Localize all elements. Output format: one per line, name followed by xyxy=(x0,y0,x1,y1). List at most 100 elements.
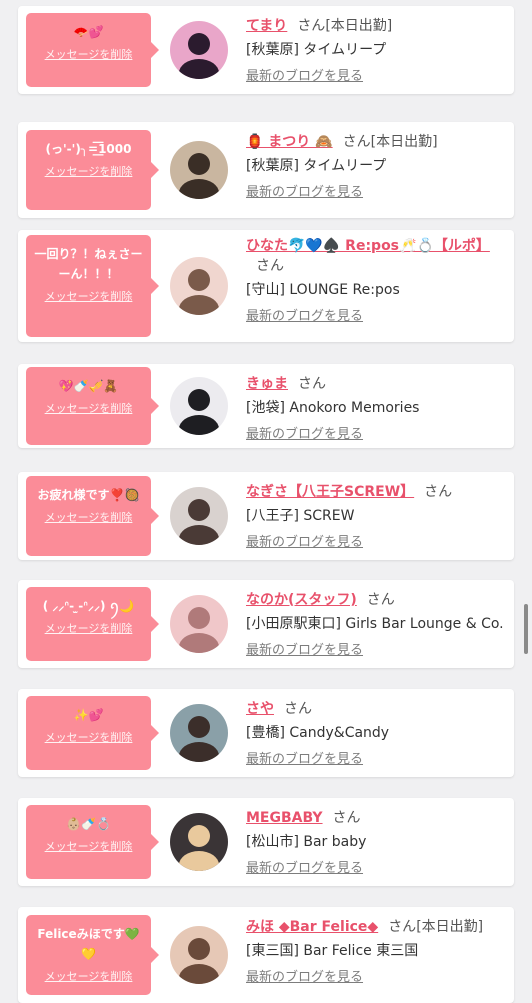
cast-name-link[interactable]: きゅま xyxy=(246,376,288,392)
cast-name-link[interactable]: なぎさ【八王子SCREW】 xyxy=(246,484,414,500)
cast-info: なのか(スタッフ) さん [小田原駅東口] Girls Bar Lounge & C… xyxy=(246,590,506,659)
latest-blog-link[interactable]: 最新のブログを見る xyxy=(246,69,363,85)
message-card: お疲れ様です❣️🥘 メッセージを削除 なぎさ【八王子SCREW】 さん [八王子] SC… xyxy=(18,472,514,560)
cast-name-link[interactable]: なのか(スタッフ) xyxy=(246,592,357,608)
avatar[interactable] xyxy=(170,21,228,79)
cast-info: さや さん [豊橋] Candy&Candy 最新のブログを見る xyxy=(246,699,506,768)
avatar[interactable] xyxy=(170,141,228,199)
name-line: MEGBABY さん xyxy=(246,808,506,828)
delete-message-link[interactable]: メッセージを削除 xyxy=(30,402,147,416)
latest-blog-link[interactable]: 最新のブログを見る xyxy=(246,309,363,325)
shop-name: [池袋] Anokoro Memories xyxy=(246,400,420,416)
honorific: さん xyxy=(297,18,326,34)
message-text: 👶🏼🍼💍 xyxy=(66,817,111,831)
message-bubble: 一回り？！ねぇさーーん！！！ メッセージを削除 xyxy=(26,235,159,337)
cast-info: てまり さん[本日出勤] [秋葉原] タイムリープ 最新のブログを見る xyxy=(246,16,506,85)
delete-message-link[interactable]: メッセージを削除 xyxy=(30,731,147,745)
message-text: ( ⸝⸝ᐢ- ̫-ᐢ⸝⸝) ꪆ🌙 xyxy=(42,599,135,613)
cast-info: なぎさ【八王子SCREW】 さん [八王子] SCREW 最新のブログを見る xyxy=(246,482,506,551)
avatar[interactable] xyxy=(170,487,228,545)
latest-blog-link[interactable]: 最新のブログを見る xyxy=(246,535,363,551)
name-line: なぎさ【八王子SCREW】 さん xyxy=(246,482,506,502)
honorific: さん xyxy=(342,134,371,150)
message-bubble: Feliceみほです💚💛 メッセージを削除 xyxy=(26,915,159,995)
message-bubble: お疲れ様です❣️🥘 メッセージを削除 xyxy=(26,476,159,556)
latest-blog-link[interactable]: 最新のブログを見る xyxy=(246,970,363,986)
name-line: さや さん xyxy=(246,699,506,719)
delete-message-link[interactable]: メッセージを削除 xyxy=(30,290,147,304)
honorific: さん xyxy=(424,484,453,500)
name-line: ひなた🐬💙♠️ Re:pos🥂💍【ルポ】さん xyxy=(246,236,506,276)
delete-message-link[interactable]: メッセージを削除 xyxy=(30,165,147,179)
cast-name-link[interactable]: てまり xyxy=(246,18,287,34)
delete-message-link[interactable]: メッセージを削除 xyxy=(30,840,147,854)
latest-blog-link[interactable]: 最新のブログを見る xyxy=(246,861,363,877)
message-bubble: (っ'-')╮=͟͟͞͞1000 メッセージを削除 xyxy=(26,130,159,210)
cast-name-link[interactable]: ひなた🐬💙♠️ Re:pos🥂💍【ルポ】 xyxy=(246,238,490,254)
message-bubble: 🪭💕 メッセージを削除 xyxy=(26,13,159,87)
cast-name-link[interactable]: 🏮 まつり 🙈 xyxy=(246,134,333,150)
honorific: さん xyxy=(388,919,417,935)
cast-info: MEGBABY さん [松山市] Bar baby 最新のブログを見る xyxy=(246,808,506,877)
cast-info: みほ ◆Bar Felice◆ さん[本日出勤] [東三国] Bar Felice … xyxy=(246,917,506,986)
message-card: 一回り？！ねぇさーーん！！！ メッセージを削除 ひなた🐬💙♠️ Re:pos🥂💍【ル… xyxy=(18,230,514,342)
message-card: 👶🏼🍼💍 メッセージを削除 MEGBABY さん [松山市] Bar baby 最新のブロ… xyxy=(18,798,514,886)
shop-name: [秋葉原] タイムリープ xyxy=(246,42,387,58)
name-line: 🏮 まつり 🙈 さん[本日出勤] xyxy=(246,132,506,152)
message-card: (っ'-')╮=͟͟͞͞1000 メッセージを削除 🏮 まつり 🙈 さん[本日出勤] [… xyxy=(18,122,514,218)
message-text: 💖🍼🎺🧸 xyxy=(58,379,119,393)
message-card: ✨💕 メッセージを削除 さや さん [豊橋] Candy&Candy 最新のブログを見る xyxy=(18,689,514,777)
message-card: 💖🍼🎺🧸 メッセージを削除 きゅま さん [池袋] Anokoro Memories 最新… xyxy=(18,364,514,448)
latest-blog-link[interactable]: 最新のブログを見る xyxy=(246,752,363,768)
name-line: みほ ◆Bar Felice◆ さん[本日出勤] xyxy=(246,917,506,937)
cast-name-link[interactable]: みほ ◆Bar Felice◆ xyxy=(246,919,378,935)
latest-blog-link[interactable]: 最新のブログを見る xyxy=(246,185,363,201)
delete-message-link[interactable]: メッセージを削除 xyxy=(30,48,147,62)
message-card: ( ⸝⸝ᐢ- ̫-ᐢ⸝⸝) ꪆ🌙 メッセージを削除 なのか(スタッフ) さん [小田原駅… xyxy=(18,580,514,668)
avatar[interactable] xyxy=(170,813,228,871)
shop-name: [小田原駅東口] Girls Bar Lounge & Co. xyxy=(246,616,504,632)
name-line: きゅま さん xyxy=(246,374,506,394)
latest-blog-link[interactable]: 最新のブログを見る xyxy=(246,643,363,659)
delete-message-link[interactable]: メッセージを削除 xyxy=(30,511,147,525)
honorific: さん xyxy=(298,376,326,392)
message-text: Feliceみほです💚💛 xyxy=(37,927,140,961)
name-line: てまり さん[本日出勤] xyxy=(246,16,506,36)
shop-name: [守山] LOUNGE Re:pos xyxy=(246,282,400,298)
cast-name-link[interactable]: MEGBABY xyxy=(246,810,323,826)
scrollbar[interactable] xyxy=(524,604,528,654)
shop-name: [秋葉原] タイムリープ xyxy=(246,158,387,174)
honorific: さん xyxy=(366,592,395,608)
message-bubble: 👶🏼🍼💍 メッセージを削除 xyxy=(26,805,159,879)
honorific: さん xyxy=(332,810,361,826)
cast-info: ひなた🐬💙♠️ Re:pos🥂💍【ルポ】さん [守山] LOUNGE Re:pos… xyxy=(246,236,506,325)
cast-name-link[interactable]: さや xyxy=(246,701,274,717)
honorific: さん xyxy=(256,258,284,274)
message-text: 🪭💕 xyxy=(73,25,104,39)
honorific: さん xyxy=(284,701,312,717)
avatar[interactable] xyxy=(170,257,228,315)
avatar[interactable] xyxy=(170,595,228,653)
message-text: 一回り？！ねぇさーーん！！！ xyxy=(34,247,143,281)
message-text: ✨💕 xyxy=(73,708,104,722)
shop-name: [八王子] SCREW xyxy=(246,508,355,524)
latest-blog-link[interactable]: 最新のブログを見る xyxy=(246,427,363,443)
message-bubble: ( ⸝⸝ᐢ- ̫-ᐢ⸝⸝) ꪆ🌙 メッセージを削除 xyxy=(26,587,159,661)
delete-message-link[interactable]: メッセージを削除 xyxy=(30,970,147,984)
shop-name: [松山市] Bar baby xyxy=(246,834,367,850)
avatar[interactable] xyxy=(170,377,228,435)
shop-name: [豊橋] Candy&Candy xyxy=(246,725,390,741)
status-badge: [本日出勤] xyxy=(370,134,438,150)
message-card: 🪭💕 メッセージを削除 てまり さん[本日出勤] [秋葉原] タイムリープ 最新のブログを… xyxy=(18,6,514,94)
status-badge: [本日出勤] xyxy=(416,919,484,935)
cast-info: きゅま さん [池袋] Anokoro Memories 最新のブログを見る xyxy=(246,374,506,443)
message-text: (っ'-')╮=͟͟͞͞1000 xyxy=(45,142,132,156)
shop-name: [東三国] Bar Felice 東三国 xyxy=(246,943,419,959)
delete-message-link[interactable]: メッセージを削除 xyxy=(30,622,147,636)
status-badge: [本日出勤] xyxy=(325,18,393,34)
avatar[interactable] xyxy=(170,704,228,762)
avatar[interactable] xyxy=(170,926,228,984)
name-line: なのか(スタッフ) さん xyxy=(246,590,506,610)
cast-info: 🏮 まつり 🙈 さん[本日出勤] [秋葉原] タイムリープ 最新のブログを見る xyxy=(246,132,506,201)
message-bubble: 💖🍼🎺🧸 メッセージを削除 xyxy=(26,367,159,445)
